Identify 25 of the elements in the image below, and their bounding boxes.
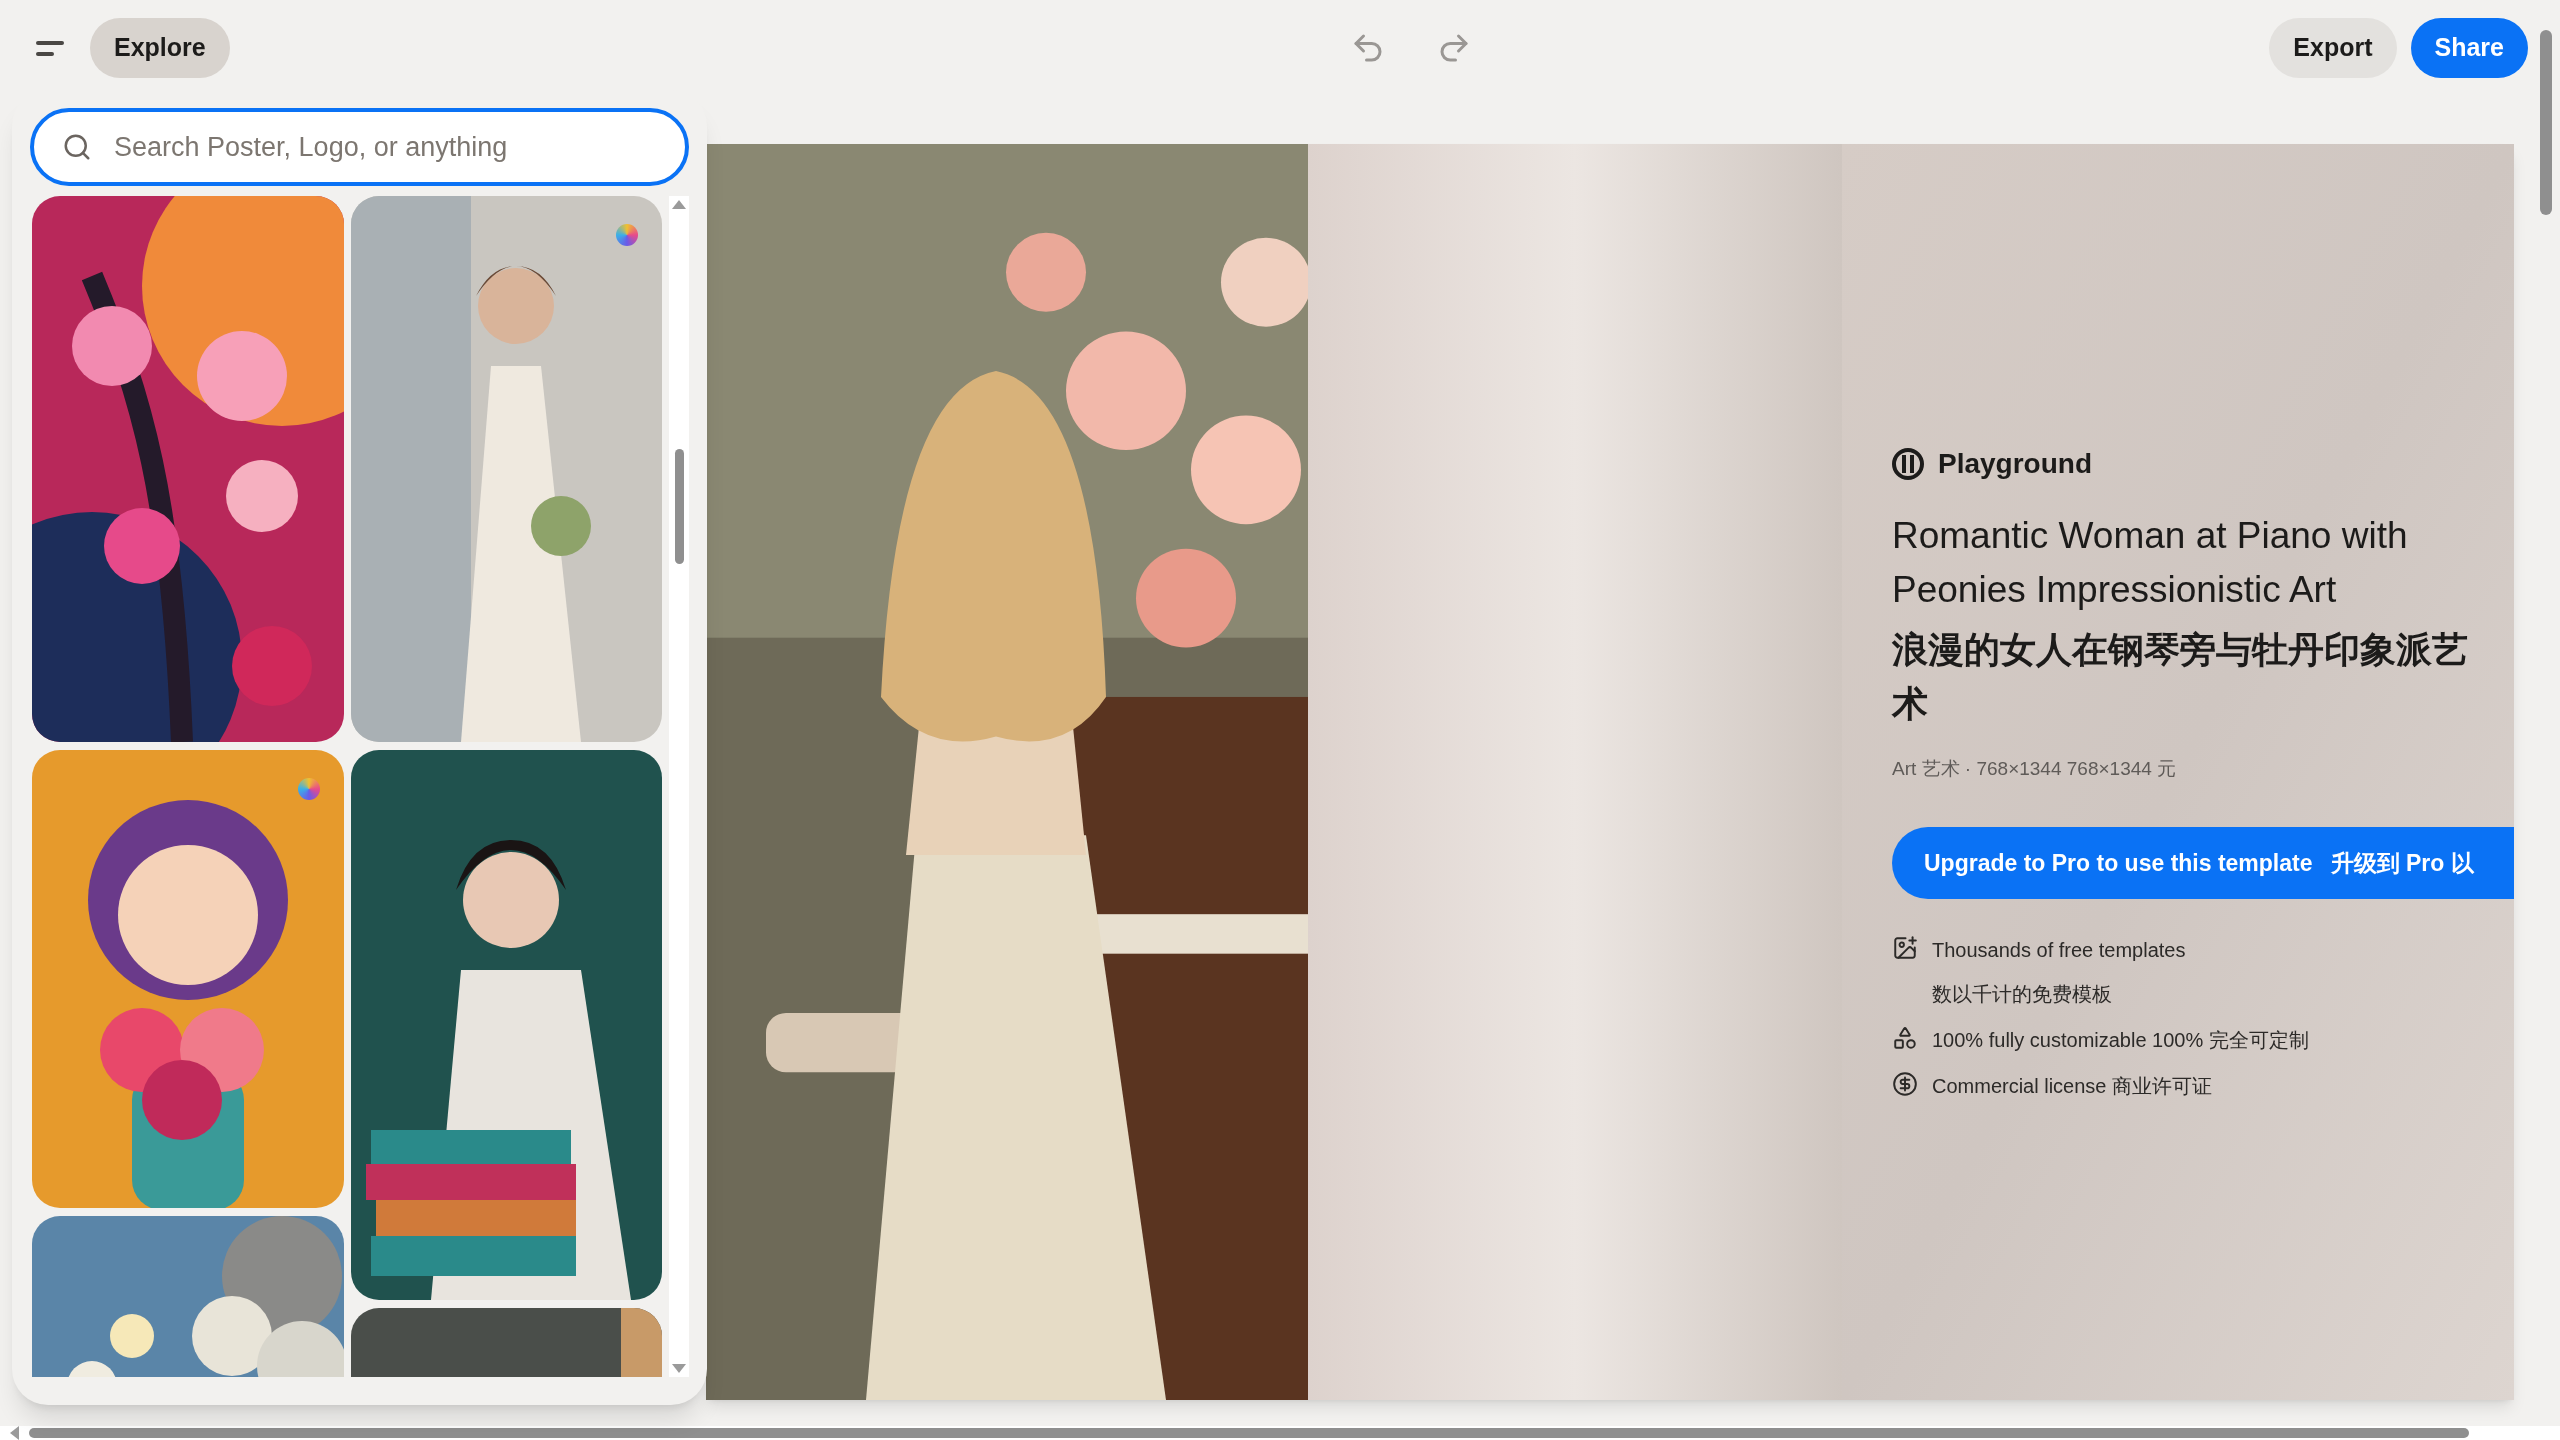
search-icon xyxy=(62,132,92,162)
dollar-icon xyxy=(1892,1071,1918,1098)
feature-text: 数以千计的免费模板 xyxy=(1932,982,2113,1008)
feature-text: Thousands of free templates xyxy=(1932,938,2186,964)
export-button[interactable]: Export xyxy=(2269,18,2397,78)
upgrade-button[interactable]: Upgrade to Pro to use this template 升级到 Pro 以 xyxy=(1892,827,2514,900)
scroll-down-icon[interactable] xyxy=(672,1364,687,1373)
template-title: Romantic Woman at Piano with Peonies Impressionistic Art xyxy=(1892,513,2409,612)
brand-name: Playground xyxy=(1938,446,2092,481)
shapes-icon xyxy=(1892,1025,1918,1052)
search-field[interactable]: Search Poster, Logo, or anything xyxy=(114,126,657,168)
logo-icon xyxy=(1892,447,1924,480)
template-meta: Art 艺术 · 768×1344 768×1344 元 xyxy=(1892,756,2178,781)
template-title-chinese: 浪漫的女人在钢琴旁与牡丹印象派艺术 xyxy=(1892,627,2469,726)
share-button[interactable]: Share xyxy=(2410,18,2528,78)
panel-scrollbar[interactable] xyxy=(674,449,684,564)
feature-text: Commercial license 商业许可证 xyxy=(1932,1074,2213,1100)
vertical-scrollbar[interactable] xyxy=(2540,30,2552,215)
image-icon xyxy=(1892,935,1918,962)
search-bar[interactable]: Search Poster, Logo, or anything xyxy=(30,108,689,186)
feature-text: 100% fully customizable 100% 完全可定制 xyxy=(1932,1028,2309,1054)
scroll-up-icon[interactable] xyxy=(672,200,687,209)
scroll-left-icon[interactable] xyxy=(10,1426,19,1440)
explore-button[interactable]: Explore xyxy=(90,18,230,78)
horizontal-scrollbar[interactable] xyxy=(29,1428,2469,1438)
